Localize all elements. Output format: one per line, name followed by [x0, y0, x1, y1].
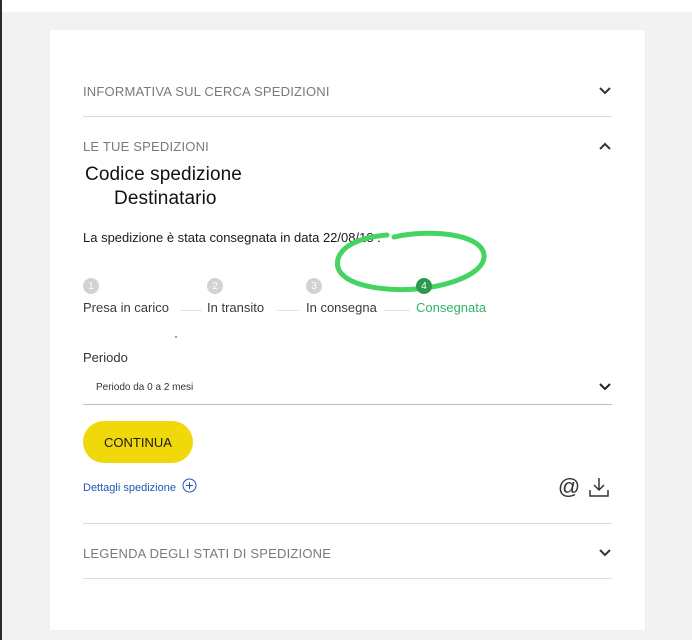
- step-in-transito: 2 In transito: [207, 278, 264, 315]
- decorative-dot: [175, 336, 177, 338]
- step-consegnata: 4 Consegnata: [416, 278, 486, 315]
- plus-circle-icon[interactable]: [182, 478, 197, 498]
- periodo-label: Periodo: [83, 350, 128, 365]
- codice-spedizione-label: Codice spedizione: [85, 164, 242, 185]
- chevron-down-icon[interactable]: [598, 380, 612, 394]
- step-label: Consegnata: [416, 300, 487, 315]
- annotation-scribble: [334, 230, 487, 293]
- dettagli-spedizione-link[interactable]: Dettagli spedizione: [83, 478, 197, 498]
- continua-button[interactable]: CONTINUA: [83, 421, 193, 463]
- dettagli-spedizione-label: Dettagli spedizione: [83, 482, 176, 494]
- destinatario-label: Destinatario: [114, 188, 217, 209]
- step-label: In transito: [207, 300, 265, 315]
- step-connector: [180, 310, 202, 311]
- accordion-legenda-header[interactable]: LEGENDA DEGLI STATI DI SPEDIZIONE: [83, 541, 612, 565]
- accordion-legenda-title: LEGENDA DEGLI STATI DI SPEDIZIONE: [83, 545, 332, 561]
- divider: [83, 116, 612, 117]
- step-connector: [277, 310, 299, 311]
- divider: [83, 578, 612, 579]
- accordion-spedizioni-title: LE TUE SPEDIZIONI: [83, 138, 209, 154]
- top-band: [2, 0, 692, 12]
- step-label: Presa in carico: [83, 300, 169, 315]
- chevron-down-icon[interactable]: [598, 546, 612, 560]
- step-connector: [384, 310, 410, 311]
- divider: [83, 523, 612, 524]
- periodo-select[interactable]: Periodo da 0 a 2 mesi: [83, 370, 612, 405]
- step-presa-in-carico: 1 Presa in carico: [83, 278, 169, 315]
- step-number: 4: [416, 278, 432, 294]
- step-label: In consegna: [306, 300, 377, 315]
- step-number: 2: [207, 278, 223, 294]
- step-number: 3: [306, 278, 322, 294]
- chevron-down-icon[interactable]: [598, 84, 612, 98]
- step-in-consegna: 3 In consegna: [306, 278, 377, 315]
- download-icon[interactable]: [588, 476, 610, 498]
- email-at-icon[interactable]: @: [558, 474, 580, 499]
- periodo-selected-value: Periodo da 0 a 2 mesi: [96, 381, 194, 393]
- accordion-spedizioni-header[interactable]: LE TUE SPEDIZIONI: [83, 134, 612, 158]
- tracking-card: INFORMATIVA SUL CERCA SPEDIZIONI LE TUE …: [50, 30, 645, 630]
- accordion-informativa-title: INFORMATIVA SUL CERCA SPEDIZIONI: [83, 83, 330, 99]
- accordion-informativa-header[interactable]: INFORMATIVA SUL CERCA SPEDIZIONI: [83, 79, 612, 103]
- step-number: 1: [83, 278, 99, 294]
- window-left-edge: [0, 0, 2, 640]
- chevron-up-icon[interactable]: [598, 139, 612, 153]
